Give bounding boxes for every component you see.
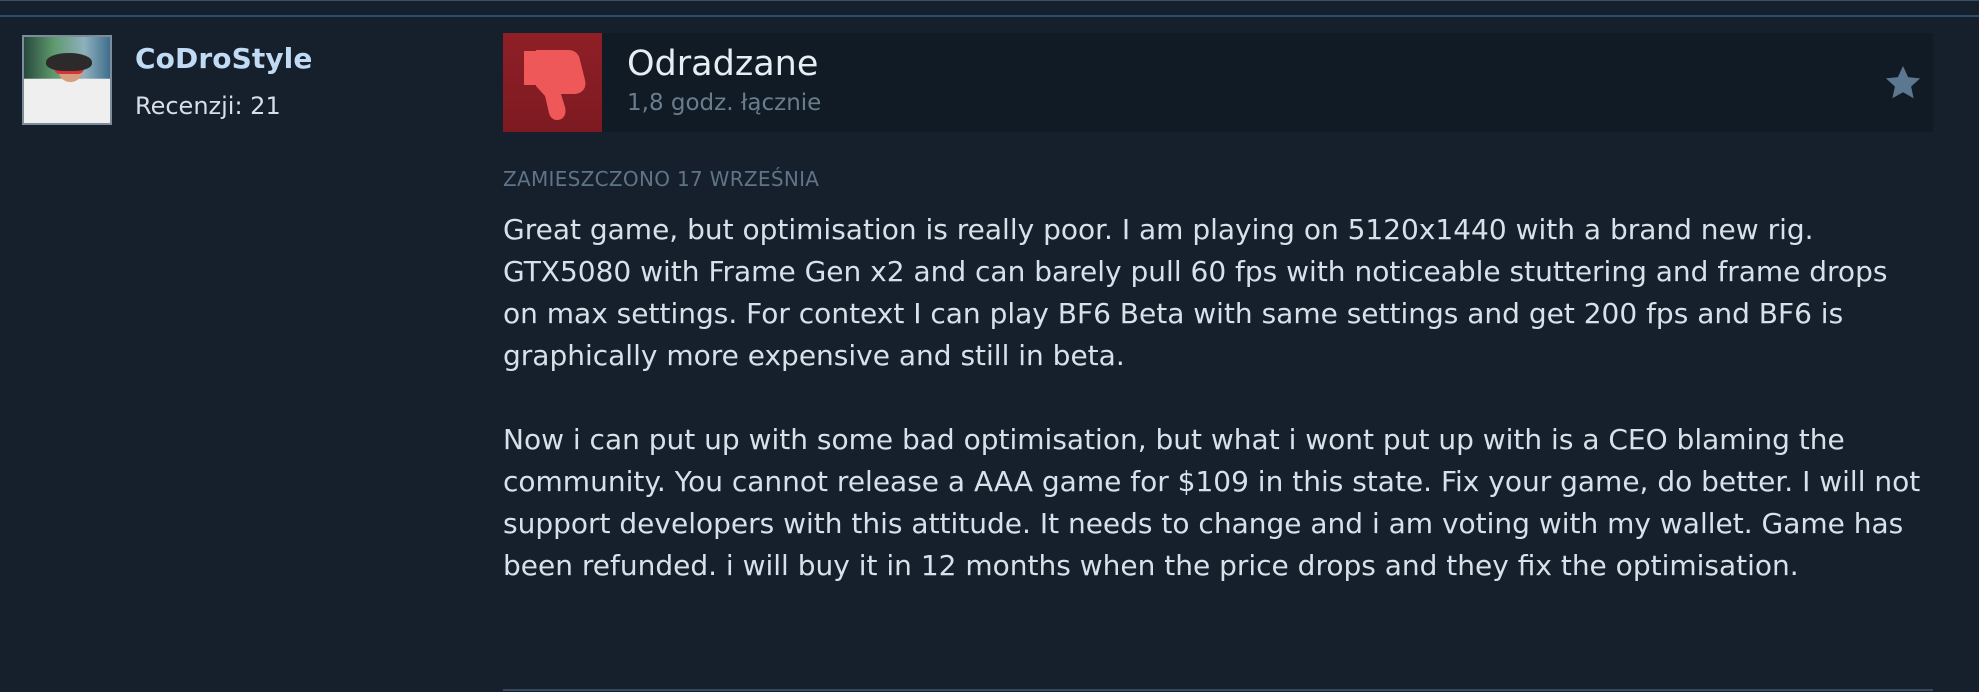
thumbs-down-icon <box>524 50 586 120</box>
playtime: 1,8 godz. łącznie <box>627 90 822 116</box>
avatar[interactable] <box>22 35 112 125</box>
user-review-count[interactable]: Recenzji: 21 <box>135 92 281 120</box>
review-paragraph: Great game, but optimisation is really p… <box>503 213 1888 372</box>
verdict-bar: Odradzane 1,8 godz. łącznie <box>503 33 1933 132</box>
verdict-title: Odradzane <box>627 44 819 84</box>
star-icon[interactable] <box>1883 63 1923 103</box>
review-paragraph: Now i can put up with some bad optimisat… <box>503 423 1921 582</box>
review-body: Great game, but optimisation is really p… <box>503 209 1923 629</box>
review-page: CoDroStyle Recenzji: 21 Odradzane 1,8 go… <box>0 0 1979 692</box>
review-card: CoDroStyle Recenzji: 21 Odradzane 1,8 go… <box>0 17 1979 692</box>
verdict-badge <box>503 33 602 132</box>
reviewer-panel: CoDroStyle Recenzji: 21 <box>22 35 492 175</box>
review-content: Odradzane 1,8 godz. łącznie ZAMIESZCZONO… <box>503 33 1933 691</box>
avatar-image <box>24 37 110 123</box>
user-name[interactable]: CoDroStyle <box>135 42 312 75</box>
posted-date: ZAMIESZCZONO 17 WRZEŚNIA <box>503 167 820 191</box>
